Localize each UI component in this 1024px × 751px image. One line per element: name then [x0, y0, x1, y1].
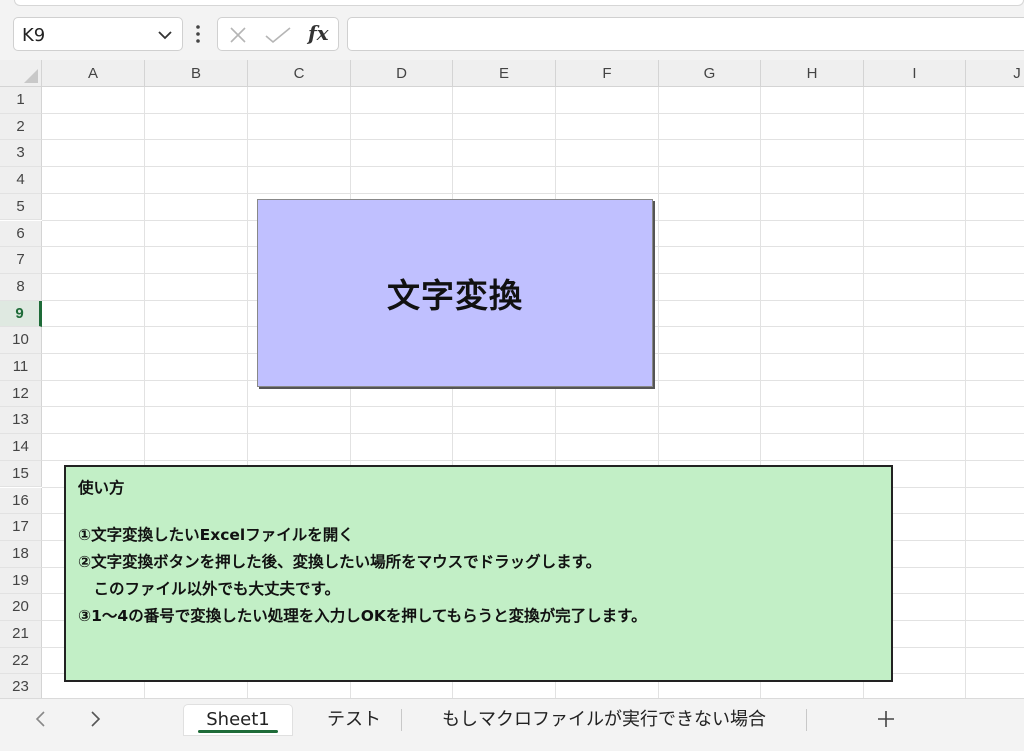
instructions-title: 使い方 [78, 479, 125, 497]
formula-input[interactable] [347, 17, 1024, 51]
gridline-horizontal [42, 192, 1024, 194]
tab-sheet1[interactable]: Sheet1 [184, 705, 292, 735]
row-header-5[interactable]: 5 [0, 193, 42, 221]
instructions-box: 使い方 ①文字変換したいExcelファイルを開く ②文字変換ボタンを押した後、変… [64, 465, 893, 682]
instruction-line: ①文字変換したいExcelファイルを開く [78, 526, 354, 544]
tab-divider [401, 709, 402, 731]
row-header-6[interactable]: 6 [0, 220, 42, 248]
tab-macro-help[interactable]: もしマクロファイルが実行できない場合 [416, 705, 792, 735]
row-header-16[interactable]: 16 [0, 487, 42, 515]
column-header-j[interactable]: J [966, 60, 1024, 87]
convert-text-button[interactable]: 文字変換 [257, 199, 653, 387]
column-header-h[interactable]: H [761, 60, 864, 87]
tab-label: もしマクロファイルが実行できない場合 [442, 709, 766, 730]
convert-text-button-label: 文字変換 [387, 276, 523, 315]
instruction-line: ②文字変換ボタンを押した後、変換したい場所をマウスでドラッグします。 [78, 553, 602, 571]
row-header-13[interactable]: 13 [0, 407, 42, 435]
row-header-1[interactable]: 1 [0, 87, 42, 114]
gridline-horizontal [42, 433, 1024, 435]
active-tab-indicator [198, 730, 278, 733]
name-box-value: K9 [22, 25, 46, 46]
instruction-line: このファイル以外でも大丈夫です。 [78, 580, 340, 598]
row-header-21[interactable]: 21 [0, 621, 42, 648]
row-header-14[interactable]: 14 [0, 434, 42, 461]
tab-test[interactable]: テスト [312, 705, 396, 735]
tab-divider [806, 709, 807, 731]
row-header-15[interactable]: 15 [0, 460, 42, 488]
row-header-19[interactable]: 19 [0, 567, 42, 595]
row-header-4[interactable]: 4 [0, 167, 42, 194]
column-header-d[interactable]: D [351, 60, 453, 87]
column-header-i[interactable]: I [864, 60, 966, 87]
insert-function-icon[interactable]: fx [308, 21, 329, 45]
enter-check-icon[interactable] [264, 25, 292, 45]
formula-bar: K9 fx [0, 8, 1024, 60]
column-header-e[interactable]: E [453, 60, 556, 87]
row-header-22[interactable]: 22 [0, 647, 42, 675]
cancel-icon[interactable] [228, 25, 248, 45]
chevron-down-icon[interactable] [156, 26, 174, 44]
column-header-f[interactable]: F [556, 60, 659, 87]
column-header-a[interactable]: A [42, 60, 145, 87]
spreadsheet-grid[interactable]: JIHGFEDCBA 1 2 3 4 5 6 7 8 9 10 11 12 13 14 15 16 17 18 19… [0, 60, 1024, 698]
gridline-horizontal [42, 112, 1024, 114]
column-header-c[interactable]: C [248, 60, 351, 87]
gridline-horizontal [42, 459, 1024, 461]
add-sheet-icon[interactable] [875, 708, 897, 730]
instruction-line: ③1〜4の番号で変換したい処理を入力しOKを押してもらうと変換が完了します。 [78, 607, 647, 625]
row-header-2[interactable]: 2 [0, 113, 42, 141]
row-header-8[interactable]: 8 [0, 273, 42, 301]
row-header-23[interactable]: 23 [0, 674, 42, 698]
sheet-tab-bar: Sheet1 テスト もしマクロファイルが実行できない場合 [0, 698, 1024, 740]
tab-label: テスト [327, 709, 381, 730]
more-options-icon[interactable] [192, 23, 204, 45]
row-header-9[interactable]: 9 [0, 300, 42, 328]
column-header-g[interactable]: G [659, 60, 761, 87]
row-header-7[interactable]: 7 [0, 247, 42, 274]
row-header-11[interactable]: 11 [0, 354, 42, 381]
gridline-vertical [965, 87, 966, 698]
row-header-12[interactable]: 12 [0, 380, 42, 408]
row-header-17[interactable]: 17 [0, 514, 42, 541]
row-header-20[interactable]: 20 [0, 594, 42, 621]
select-all-corner[interactable] [0, 60, 42, 87]
row-header-18[interactable]: 18 [0, 540, 42, 568]
chevron-left-icon[interactable] [30, 708, 52, 730]
formula-actions: fx [217, 17, 339, 51]
chevron-right-icon[interactable] [84, 708, 106, 730]
window-top-edge [0, 0, 1024, 8]
tab-label: Sheet1 [206, 709, 270, 730]
status-bar [0, 740, 1024, 751]
gridline-horizontal [42, 139, 1024, 141]
row-header-10[interactable]: 10 [0, 327, 42, 354]
column-header-b[interactable]: B [145, 60, 248, 87]
gridline-horizontal [42, 166, 1024, 168]
row-header-3[interactable]: 3 [0, 140, 42, 168]
name-box[interactable]: K9 [13, 17, 183, 51]
gridline-horizontal [42, 406, 1024, 408]
